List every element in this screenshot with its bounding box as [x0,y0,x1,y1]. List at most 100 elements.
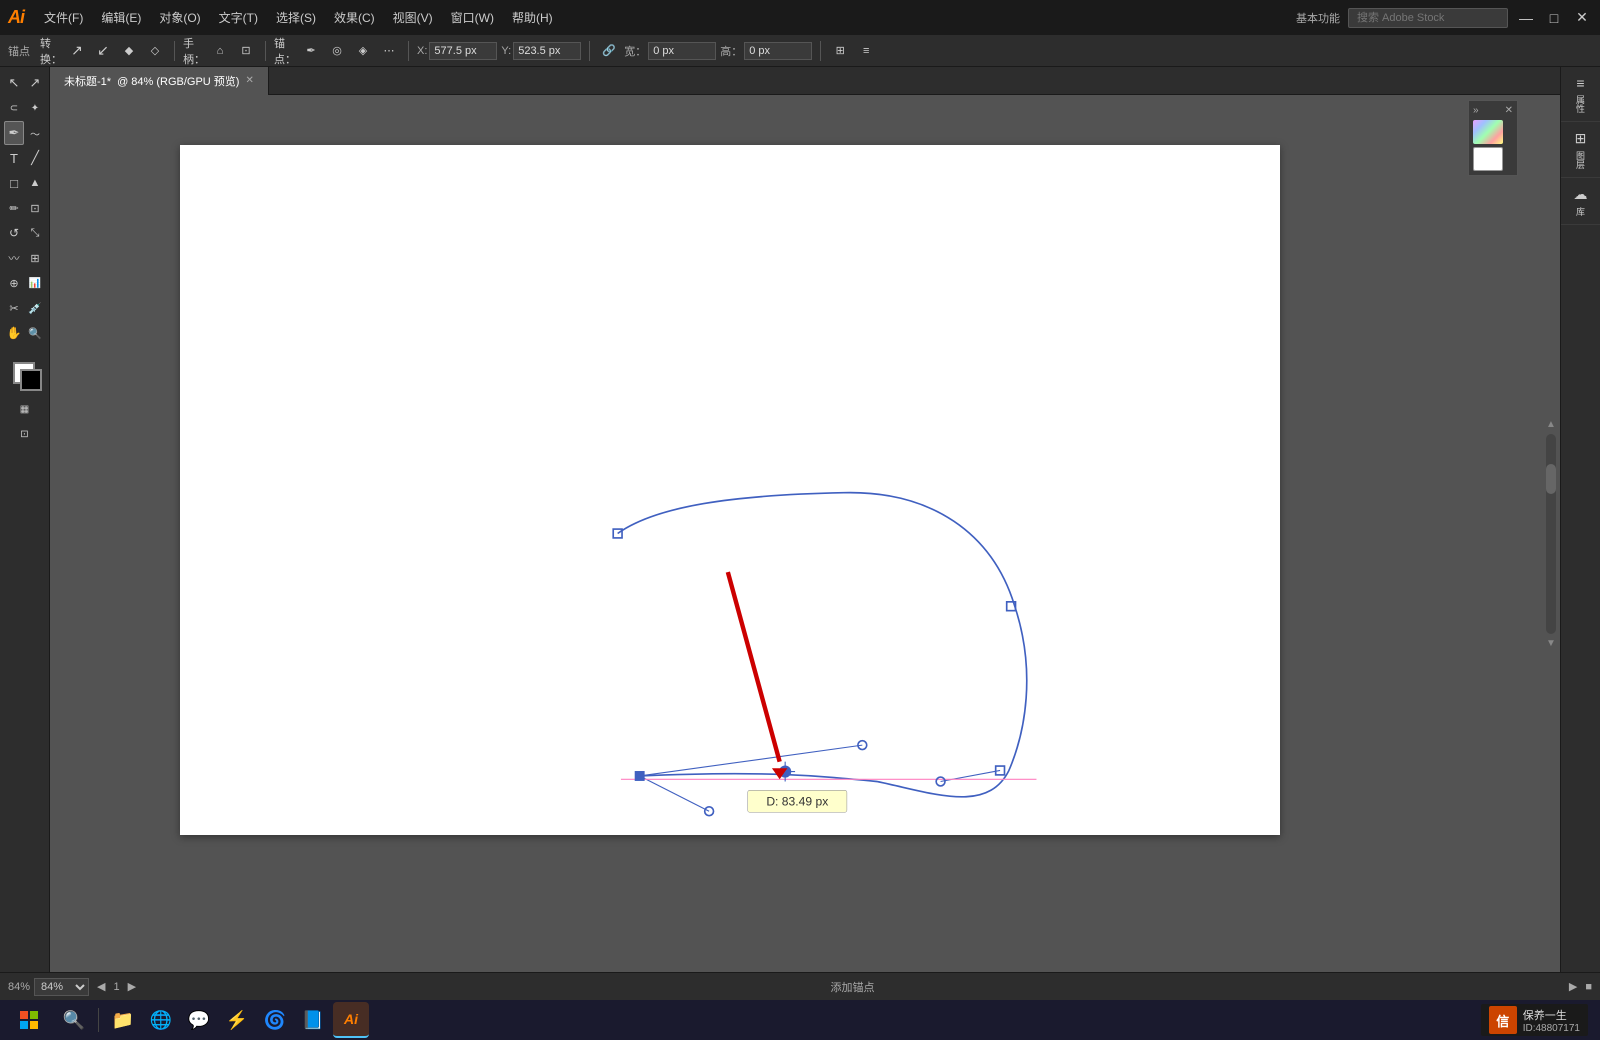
taskbar-browser-edge[interactable]: 🌐 [143,1002,179,1038]
panel-expand[interactable]: » [1473,105,1479,116]
convert-btn-1[interactable]: ↗ [66,40,88,62]
anchor-corner-btn[interactable]: ◈ [352,40,374,62]
rect-tool[interactable]: □ [4,171,24,195]
lasso-tool[interactable]: ⊂ [4,96,24,120]
properties-panel-btn[interactable]: ≡ 属性 [1561,67,1600,122]
white-swatch[interactable] [1473,147,1503,171]
convert-btn-4[interactable]: ◇ [144,40,166,62]
taskbar-search[interactable]: 🔍 [56,1002,92,1038]
hand-tool[interactable]: ✋ [4,321,24,345]
branding-id: ID:48807171 [1523,1023,1580,1034]
y-input[interactable] [513,42,581,60]
convert-btn-3[interactable]: ◆ [118,40,140,62]
scale-tool[interactable]: ⤡ [25,221,45,245]
magic-wand-tool[interactable]: ✦ [25,96,45,120]
menu-select[interactable]: 选择(S) [268,5,324,30]
brush-tool[interactable]: ✏ [4,196,24,220]
menu-help[interactable]: 帮助(H) [504,5,561,30]
color-btn[interactable]: ■ [0,397,4,421]
status-text: 添加锚点 [144,979,1561,995]
play-btn[interactable]: ▶ [1569,980,1577,993]
zoom-tool[interactable]: 🔍 [25,321,45,345]
stop-btn[interactable]: ■ [1585,981,1592,993]
menu-edit[interactable]: 编辑(E) [93,5,149,30]
maximize-button[interactable]: □ [1544,8,1564,28]
free-transform-tool[interactable]: ⊞ [25,246,45,270]
convert-label: 转换： [40,40,62,62]
tab-close-btn[interactable]: ✕ [245,75,253,86]
document-tab[interactable]: 未标题-1* @ 84% (RGB/GPU 预览) ✕ [50,67,269,95]
layers-panel-btn[interactable]: ⊞ 图层 [1561,122,1600,178]
layers-icon: ⊞ [1575,130,1587,147]
workspace-label[interactable]: 基本功能 [1296,10,1340,26]
align-btn[interactable]: ⊞ [829,40,851,62]
close-button[interactable]: ✕ [1572,8,1592,28]
pen-tools: ✒ 〜 [4,121,45,145]
warp-tool[interactable]: 〰 [4,246,24,270]
taskbar-illustrator[interactable]: Ai [333,1002,369,1038]
gradient-btn[interactable]: ▦ [5,397,45,421]
w-input[interactable] [648,42,716,60]
menu-file[interactable]: 文件(F) [36,5,91,30]
link-icon[interactable]: 🔗 [598,40,620,62]
warp-tools: 〰 ⊞ [4,246,45,270]
select-tool[interactable]: ↖ [4,71,24,95]
page-prev-btn[interactable]: ◀ [97,980,105,993]
type-tool[interactable]: T [4,146,24,170]
anchor-extra-btn[interactable]: ⋯ [378,40,400,62]
screen-mode-btn[interactable]: ⊡ [5,422,45,446]
taskbar-chat[interactable]: 💬 [181,1002,217,1038]
stock-search-input[interactable] [1348,8,1508,28]
page-num: 1 [114,981,120,993]
taskbar-app-4[interactable]: ⚡ [219,1002,255,1038]
scroll-down-btn[interactable]: ▼ [1546,638,1556,649]
library-icon: ☁ [1574,186,1588,203]
stroke-color-swatch[interactable] [20,369,42,391]
menu-view[interactable]: 视图(V) [385,5,441,30]
curvature-tool[interactable]: 〜 [25,121,45,145]
h-input[interactable] [744,42,812,60]
shape-builder-tool[interactable]: ⊕ [4,271,24,295]
scroll-up-btn[interactable]: ▲ [1546,419,1556,430]
anchor-add-btn[interactable]: ✒ [300,40,322,62]
direct-select-tool[interactable]: ↗ [25,71,45,95]
w-label: 宽： [624,43,646,59]
properties-label: 属性 [1574,95,1587,113]
taskbar-app-6[interactable]: 📘 [295,1002,331,1038]
eyedropper-tool[interactable]: 💉 [25,296,45,320]
rotate-tool[interactable]: ↺ [4,221,24,245]
paint-bucket-tool[interactable]: ▲ [25,171,45,195]
menu-object[interactable]: 对象(O) [151,5,208,30]
color-wheel-icon[interactable] [1473,120,1503,144]
x-input[interactable] [429,42,497,60]
menu-window[interactable]: 窗口(W) [443,5,502,30]
menu-text[interactable]: 文字(T) [211,5,266,30]
tab-title: 未标题-1* [64,73,111,89]
ai-taskbar-icon: Ai [344,1011,358,1027]
canvas-wrapper[interactable]: D: 83.49 px » ✕ ▲ ▼ [50,95,1560,972]
zoom-select[interactable]: 84% 100% 50% [34,978,89,996]
menu-effect[interactable]: 效果(C) [326,5,383,30]
anchor-smooth-btn[interactable]: ◎ [326,40,348,62]
library-panel-btn[interactable]: ☁ 库 [1561,178,1600,225]
minimize-button[interactable]: — [1516,8,1536,28]
convert-btn-2[interactable]: ↙ [92,40,114,62]
line-tool[interactable]: ╱ [25,146,45,170]
extra-btn[interactable]: ≡ [855,40,877,62]
slice-tool[interactable]: ✂ [4,296,24,320]
page-next-btn[interactable]: ▶ [128,980,136,993]
start-button[interactable] [4,1002,54,1038]
shapebuilder-tools: ⊕ 📊 [4,271,45,295]
pen-tool[interactable]: ✒ [4,121,24,145]
handle-btn-2[interactable]: ⊡ [235,40,257,62]
eraser-tool[interactable]: ⊡ [25,196,45,220]
handle-btn-1[interactable]: ⌂ [209,40,231,62]
scrollbar-thumb[interactable] [1546,464,1556,494]
taskbar-files[interactable]: 📁 [105,1002,141,1038]
color-swatch-area [5,354,45,394]
tab-subtitle: @ 84% (RGB/GPU 预览) [117,73,239,89]
taskbar-app-5[interactable]: 🌀 [257,1002,293,1038]
chart-tool[interactable]: 📊 [25,271,45,295]
panel-close[interactable]: ✕ [1505,105,1513,116]
scrollbar[interactable] [1546,434,1556,634]
